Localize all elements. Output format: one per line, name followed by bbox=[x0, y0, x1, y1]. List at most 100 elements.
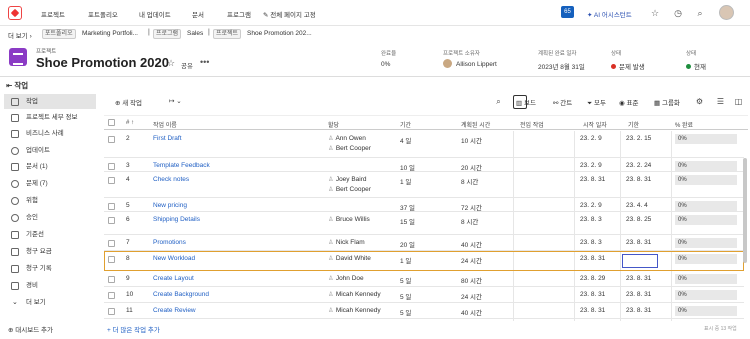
row-checkbox[interactable] bbox=[108, 177, 115, 184]
breadcrumb-project[interactable]: Shoe Promotion 202... bbox=[247, 30, 312, 37]
grouping-button[interactable]: ▦ 그룹화 bbox=[654, 97, 680, 107]
task-start-date[interactable]: 23. 2. 9 bbox=[580, 135, 602, 142]
column-predecessors[interactable]: 전임 작업 bbox=[520, 120, 544, 129]
table-row[interactable]: 5 New pricing 37 일 72 시간 23. 2. 9 23. 4. 4 0% bbox=[104, 198, 744, 212]
star-icon[interactable]: ☆ bbox=[167, 58, 175, 69]
task-planned-hours[interactable]: 8 시간 bbox=[461, 216, 478, 226]
search-icon[interactable]: ⌕ bbox=[493, 96, 504, 107]
sidebar-item-risks[interactable]: 위험 bbox=[4, 193, 96, 208]
sidebar-item-details[interactable]: 프로젝트 세부 정보 bbox=[4, 110, 96, 125]
task-planned-hours[interactable]: 40 시간 bbox=[461, 307, 482, 317]
status-value[interactable]: 현재 bbox=[686, 61, 706, 71]
column-planned-hours[interactable]: 계획된 시간 bbox=[461, 120, 490, 129]
sidebar-item-business-case[interactable]: 비즈니스 사례 bbox=[4, 126, 96, 141]
row-checkbox[interactable] bbox=[108, 163, 115, 170]
task-due-date[interactable]: 23. 4. 4 bbox=[626, 202, 648, 209]
search-icon[interactable]: ⌕ bbox=[694, 7, 706, 19]
task-percent-complete[interactable]: 0% bbox=[675, 201, 737, 211]
page-title[interactable]: Shoe Promotion 2020 bbox=[36, 55, 169, 70]
task-start-date[interactable]: 23. 8. 29 bbox=[580, 275, 605, 282]
task-duration[interactable]: 1 일 bbox=[400, 176, 411, 186]
sidebar-collapse[interactable]: ⇤ 작업 bbox=[6, 80, 28, 91]
task-start-date[interactable]: 23. 2. 9 bbox=[580, 162, 602, 169]
task-due-date[interactable]: 23. 8. 31 bbox=[626, 176, 651, 183]
nav-portfolios[interactable]: 포트폴리오 bbox=[88, 9, 118, 19]
settings-icon[interactable]: ⚙ bbox=[694, 96, 705, 107]
task-duration[interactable]: 15 일 bbox=[400, 216, 415, 226]
assignee[interactable]: ♙ Bert Cooper bbox=[328, 186, 371, 193]
task-duration[interactable]: 20 일 bbox=[400, 239, 415, 249]
task-due-date[interactable]: 23. 8. 31 bbox=[626, 239, 651, 246]
assignee[interactable]: ♙ Micah Kennedy bbox=[328, 307, 381, 314]
table-row[interactable]: 11 Create Review ♙ Micah Kennedy 5 일 40 시간 23… bbox=[104, 303, 744, 319]
task-name-link[interactable]: Create Layout bbox=[153, 275, 194, 282]
task-percent-complete[interactable]: 0% bbox=[675, 175, 737, 185]
column-duration[interactable]: 기간 bbox=[400, 120, 411, 129]
row-checkbox[interactable] bbox=[108, 136, 115, 143]
assignee[interactable]: ♙ Joey Baird bbox=[328, 176, 367, 183]
task-start-date[interactable]: 23. 2. 9 bbox=[580, 202, 602, 209]
ai-assistant-button[interactable]: ✦ AI 어시스턴트 bbox=[587, 9, 632, 19]
sidebar-item-expenses[interactable]: 경비 bbox=[4, 278, 96, 293]
assignee[interactable]: ♙ Ann Owen bbox=[328, 135, 366, 142]
assignee[interactable]: ♙ Bruce Willis bbox=[328, 216, 370, 223]
view-standard-button[interactable]: ◉ 표준 bbox=[619, 97, 638, 107]
task-name-link[interactable]: Template Feedback bbox=[153, 162, 210, 169]
task-planned-hours[interactable]: 20 시간 bbox=[461, 162, 482, 172]
task-percent-complete[interactable]: 0% bbox=[675, 306, 737, 316]
indent-button[interactable]: ↦ ⌄ bbox=[169, 97, 182, 105]
notification-count-badge[interactable]: 65 bbox=[561, 6, 574, 18]
nav-programs[interactable]: 프로그램 bbox=[227, 9, 251, 19]
task-duration[interactable]: 5 일 bbox=[400, 275, 411, 285]
task-due-date[interactable]: 23. 8. 25 bbox=[626, 216, 651, 223]
table-row[interactable]: 7 Promotions ♙ Nick Flam 20 일 40 시간 23. 8. 3 2… bbox=[104, 235, 744, 251]
row-checkbox[interactable] bbox=[108, 203, 115, 210]
sidebar-item-updates[interactable]: 업데이트 bbox=[4, 143, 96, 158]
task-duration[interactable]: 5 일 bbox=[400, 291, 411, 301]
row-checkbox[interactable] bbox=[108, 276, 115, 283]
task-duration[interactable]: 4 일 bbox=[400, 135, 411, 145]
assignee[interactable]: ♙ Nick Flam bbox=[328, 239, 365, 246]
share-button[interactable]: 공유 bbox=[181, 60, 193, 70]
task-start-date[interactable]: 23. 8. 31 bbox=[580, 291, 605, 298]
sidebar-item-tasks[interactable]: 작업 bbox=[4, 94, 96, 109]
board-button[interactable]: ▥ 보드 bbox=[516, 97, 536, 107]
row-checkbox[interactable] bbox=[108, 217, 115, 224]
table-row[interactable]: 4 Check notes ♙ Joey Baird ♙ Bert Cooper 1 일… bbox=[104, 172, 744, 198]
sidebar-item-baselines[interactable]: 기준선 bbox=[4, 227, 96, 242]
row-checkbox[interactable] bbox=[108, 292, 115, 299]
assignee[interactable]: ♙ Bert Cooper bbox=[328, 145, 371, 152]
task-duration[interactable]: 37 일 bbox=[400, 202, 415, 212]
task-due-date[interactable]: 23. 2. 24 bbox=[626, 162, 651, 169]
row-checkbox[interactable] bbox=[108, 240, 115, 247]
table-row[interactable]: 9 Create Layout ♙ John Doe 5 일 80 시간 23. 8. 2… bbox=[104, 271, 744, 287]
scrollbar[interactable] bbox=[743, 158, 747, 263]
assignee[interactable]: ♙ Micah Kennedy bbox=[328, 291, 381, 298]
assignee[interactable]: ♙ John Doe bbox=[328, 275, 364, 282]
nav-my-updates[interactable]: 내 업데이트 bbox=[139, 9, 171, 19]
table-row[interactable]: 10 Create Background ♙ Micah Kennedy 5 일 24 … bbox=[104, 287, 744, 303]
table-row[interactable]: 3 Template Feedback 10 일 20 시간 23. 2. 9 23. 2… bbox=[104, 158, 744, 172]
task-name-link[interactable]: Promotions bbox=[153, 239, 186, 246]
breadcrumb-portfolio[interactable]: Marketing Portfoli... bbox=[82, 30, 138, 37]
task-planned-hours[interactable]: 80 시간 bbox=[461, 275, 482, 285]
select-all-checkbox[interactable] bbox=[108, 119, 115, 126]
due-date-edit-field[interactable] bbox=[622, 254, 658, 268]
column-due-date[interactable]: 기한 bbox=[628, 120, 639, 129]
add-more-tasks-button[interactable]: + 더 많은 작업 추가 bbox=[107, 324, 160, 334]
sidebar-item-billing-records[interactable]: 청구 기록 bbox=[4, 261, 96, 276]
task-planned-hours[interactable]: 10 시간 bbox=[461, 135, 482, 145]
column-start-date[interactable]: 시작 일자 bbox=[583, 120, 607, 129]
user-avatar[interactable] bbox=[719, 5, 734, 20]
sidebar-item-approvals[interactable]: 승인 bbox=[4, 210, 96, 225]
task-name-link[interactable]: Shipping Details bbox=[153, 216, 200, 223]
task-percent-complete[interactable]: 0% bbox=[675, 161, 737, 171]
task-due-date[interactable]: 23. 2. 15 bbox=[626, 135, 651, 142]
column-number[interactable]: # ↑ bbox=[126, 120, 134, 126]
recent-icon[interactable]: ◷ bbox=[672, 7, 684, 19]
column-percent-complete[interactable]: % 완료 bbox=[675, 120, 693, 129]
task-planned-hours[interactable]: 8 시간 bbox=[461, 176, 478, 186]
filter-all-button[interactable]: ⏷ 모두 bbox=[587, 97, 606, 108]
task-duration[interactable]: 5 일 bbox=[400, 307, 411, 317]
task-start-date[interactable]: 23. 8. 3 bbox=[580, 239, 602, 246]
